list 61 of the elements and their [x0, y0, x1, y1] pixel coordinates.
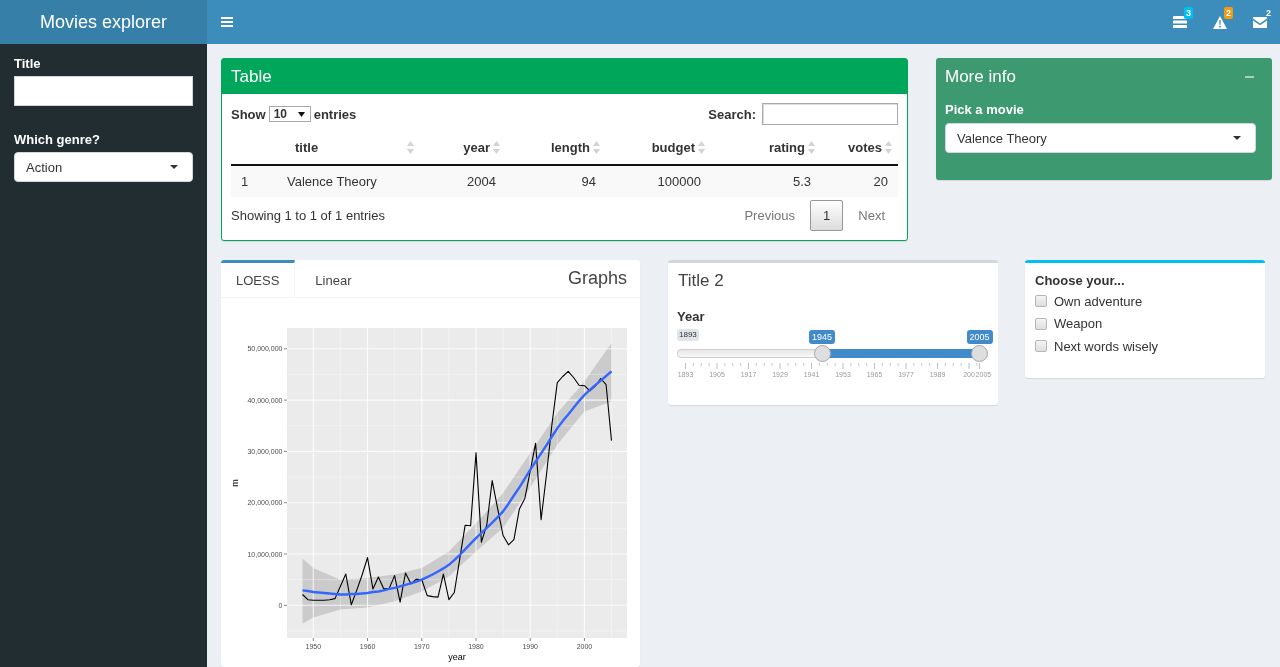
list-icon	[1173, 16, 1187, 28]
slider-value-label: 2005	[966, 330, 993, 344]
app-title: Movies explorer	[0, 0, 207, 44]
checkbox-label: Own adventure	[1054, 293, 1143, 309]
panel-title: More info	[945, 67, 1016, 87]
page-length-select[interactable]: 10	[268, 106, 311, 122]
checkbox[interactable]	[1035, 317, 1047, 330]
checkbox[interactable]	[1035, 340, 1047, 353]
table-cell: 100000	[606, 165, 711, 197]
slider-min-label: 1893	[677, 329, 699, 341]
length-label: Show	[231, 106, 266, 122]
envelope-icon	[1253, 16, 1267, 28]
search-label: Search:	[708, 106, 756, 122]
panel-title: Graphs	[566, 267, 628, 290]
checkbox-label: Next words wisely	[1054, 338, 1159, 354]
menu-icon	[221, 17, 233, 27]
search-field[interactable]	[762, 103, 898, 125]
sort-icon	[407, 141, 414, 154]
checkbox-label: Weapon	[1054, 316, 1103, 332]
sort-icon	[808, 141, 815, 154]
sort-icon	[885, 141, 892, 154]
notification-badge: 2	[1224, 7, 1233, 19]
minus-icon	[1245, 76, 1254, 78]
field-label: Title	[14, 56, 42, 71]
field-label: Which genre?	[14, 132, 101, 147]
table-cell: 2004	[420, 165, 506, 197]
table-cell: 1	[231, 165, 277, 197]
notification-button[interactable]: 2	[1240, 0, 1280, 44]
panel-title: Table	[231, 66, 272, 87]
select-field[interactable]: Valence Theory	[945, 123, 1256, 153]
length-label: entries	[313, 106, 357, 122]
sort-icon	[593, 141, 600, 154]
field-label: Pick a movie	[945, 102, 1025, 117]
table-cell: 94	[506, 165, 606, 197]
slider-handle[interactable]	[971, 345, 988, 362]
sort-icon	[493, 141, 500, 154]
x-axis-title: year	[448, 652, 466, 662]
warning-icon	[1213, 15, 1227, 29]
notification-count: 2	[1265, 7, 1272, 19]
table-cell: Valence Theory	[277, 165, 420, 197]
field-label: Year	[677, 309, 706, 324]
caret-icon	[170, 165, 178, 169]
table-cell: 20	[821, 165, 898, 197]
tab[interactable]: LOESS	[221, 260, 296, 297]
table-cell: 5.3	[711, 165, 821, 197]
slider-handle[interactable]	[813, 345, 831, 362]
select-field[interactable]: Action	[14, 152, 193, 182]
slider-track[interactable]	[677, 345, 988, 362]
notification-badge: 3	[1184, 7, 1193, 19]
caret-icon	[297, 111, 305, 117]
table-info: Showing 1 to 1 of 1 entries	[231, 208, 385, 223]
y-axis-title: m	[230, 479, 240, 487]
checkbox[interactable]	[1035, 295, 1047, 308]
sort-icon	[698, 141, 705, 154]
group-label: Choose your...	[1035, 273, 1126, 288]
panel-title: Title 2	[677, 270, 725, 292]
page-button[interactable]: 1	[810, 200, 844, 231]
caret-icon	[1233, 136, 1241, 140]
tab[interactable]: Linear	[300, 260, 367, 297]
slider-value-label: 1945	[809, 330, 835, 344]
text-input[interactable]	[14, 76, 193, 106]
